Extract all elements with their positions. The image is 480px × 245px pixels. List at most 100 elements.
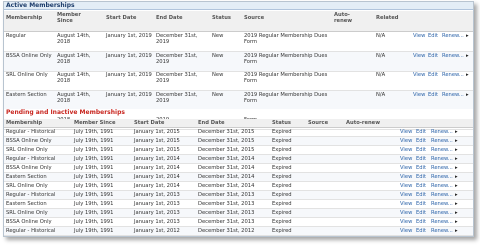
view-link[interactable]: View xyxy=(400,200,412,208)
renew-link[interactable]: Renew... xyxy=(431,227,453,235)
edit-link[interactable]: Edit xyxy=(416,155,426,163)
chevron-right-icon[interactable]: ▸ xyxy=(455,128,458,136)
start-date: January 1st, 2014 xyxy=(134,183,180,189)
membership-name: SRL Online Only xyxy=(6,72,48,78)
edit-link[interactable]: Edit xyxy=(416,218,426,226)
table-row: Regular - Historical July 19th, 1991 Janua… xyxy=(4,128,473,137)
renew-link[interactable]: Renew... xyxy=(442,53,464,59)
renew-link[interactable]: Renew... xyxy=(431,137,453,145)
member-since: July 19th, 1991 xyxy=(74,174,114,180)
col-source: Source xyxy=(244,15,265,21)
view-link[interactable]: View xyxy=(400,128,412,136)
status: New xyxy=(212,91,224,98)
col-member-since: Member Since xyxy=(57,12,81,24)
related: N/A xyxy=(376,52,386,59)
member-since: July 19th, 1991 xyxy=(74,192,114,198)
start-date: January 1st, 2013 xyxy=(134,192,180,198)
view-link[interactable]: View xyxy=(413,72,425,78)
chevron-right-icon[interactable]: ▸ xyxy=(455,173,458,181)
view-link[interactable]: View xyxy=(400,173,412,181)
membership-name: Regular - Historical xyxy=(6,156,56,162)
view-link[interactable]: View xyxy=(413,53,425,59)
view-link[interactable]: View xyxy=(400,146,412,154)
renew-link[interactable]: Renew... xyxy=(431,200,453,208)
membership-name: SRL Online Only xyxy=(6,183,48,189)
view-link[interactable]: View xyxy=(413,33,425,39)
edit-link[interactable]: Edit xyxy=(416,146,426,154)
renew-link[interactable]: Renew... xyxy=(431,182,453,190)
table-row: Eastern Section August 14th, 2018 January … xyxy=(4,90,473,111)
chevron-right-icon[interactable]: ▸ xyxy=(455,200,458,208)
view-link[interactable]: View xyxy=(400,191,412,199)
table-row: Regular - Historical July 19th, 1991 Janua… xyxy=(4,155,473,164)
renew-link[interactable]: Renew... xyxy=(431,173,453,181)
renew-link[interactable]: Renew... xyxy=(442,92,464,98)
chevron-right-icon[interactable]: ▸ xyxy=(455,146,458,154)
chevron-right-icon[interactable]: ▸ xyxy=(466,53,469,59)
edit-link[interactable]: Edit xyxy=(416,200,426,208)
renew-link[interactable]: Renew... xyxy=(431,155,453,163)
start-date: January 1st, 2019 xyxy=(106,72,152,78)
table-row: BSSA Online Only August 14th, 2018 January… xyxy=(4,51,473,72)
col-status: Status xyxy=(212,15,231,21)
renew-link[interactable]: Renew... xyxy=(442,72,464,78)
chevron-right-icon[interactable]: ▸ xyxy=(455,218,458,226)
renew-link[interactable]: Renew... xyxy=(431,146,453,154)
edit-link[interactable]: Edit xyxy=(416,227,426,235)
renew-link[interactable]: Renew... xyxy=(442,33,464,39)
chevron-right-icon[interactable]: ▸ xyxy=(466,92,469,98)
renew-link[interactable]: Renew... xyxy=(431,164,453,172)
view-link[interactable]: View xyxy=(400,155,412,163)
edit-link[interactable]: Edit xyxy=(428,72,438,78)
chevron-right-icon[interactable]: ▸ xyxy=(455,227,458,235)
active-table-header: Membership Member Since Start Date End D… xyxy=(4,11,473,32)
view-link[interactable]: View xyxy=(400,137,412,145)
chevron-right-icon[interactable]: ▸ xyxy=(466,72,469,78)
col-start-date: Start Date xyxy=(106,15,137,21)
member-since: August 14th, 2018 xyxy=(57,33,91,45)
view-link[interactable]: View xyxy=(400,164,412,172)
renew-link[interactable]: Renew... xyxy=(431,218,453,226)
chevron-right-icon[interactable]: ▸ xyxy=(455,155,458,163)
edit-link[interactable]: Edit xyxy=(416,164,426,172)
view-link[interactable]: View xyxy=(400,209,412,217)
col-auto-renew: Auto-renew xyxy=(334,12,353,24)
edit-link[interactable]: Edit xyxy=(416,128,426,136)
edit-link[interactable]: Edit xyxy=(428,53,438,59)
renew-link[interactable]: Renew... xyxy=(431,128,453,136)
edit-link[interactable]: Edit xyxy=(428,92,438,98)
end-date: December 31st, 2013 xyxy=(198,201,255,207)
end-date: December 31st, 2015 xyxy=(198,138,255,144)
membership-name: Eastern Section xyxy=(6,91,47,98)
chevron-right-icon[interactable]: ▸ xyxy=(455,191,458,199)
start-date: January 1st, 2014 xyxy=(134,156,180,162)
start-date: January 1st, 2014 xyxy=(134,174,180,180)
view-link[interactable]: View xyxy=(413,92,425,98)
renew-link[interactable]: Renew... xyxy=(431,191,453,199)
edit-link[interactable]: Edit xyxy=(416,191,426,199)
chevron-right-icon[interactable]: ▸ xyxy=(466,33,469,39)
col-related: Related xyxy=(376,15,399,21)
edit-link[interactable]: Edit xyxy=(416,182,426,190)
pending-table-header: Membership Member Since Start Date End D… xyxy=(4,119,473,128)
table-row: Eastern Section July 19th, 1991 January 1s… xyxy=(4,200,473,209)
member-since: July 19th, 1991 xyxy=(74,219,114,225)
end-date: December 31st, 2014 xyxy=(198,165,255,171)
chevron-right-icon[interactable]: ▸ xyxy=(455,209,458,217)
renew-link[interactable]: Renew... xyxy=(431,209,453,217)
edit-link[interactable]: Edit xyxy=(416,173,426,181)
chevron-right-icon[interactable]: ▸ xyxy=(455,164,458,172)
col-source: Source xyxy=(308,120,329,126)
edit-link[interactable]: Edit xyxy=(416,209,426,217)
start-date: January 1st, 2015 xyxy=(134,138,180,144)
view-link[interactable]: View xyxy=(400,182,412,190)
chevron-right-icon[interactable]: ▸ xyxy=(455,137,458,145)
start-date: January 1st, 2019 xyxy=(106,91,152,98)
view-link[interactable]: View xyxy=(400,218,412,226)
view-link[interactable]: View xyxy=(400,227,412,235)
edit-link[interactable]: Edit xyxy=(416,137,426,145)
member-since: August 14th, 2018 xyxy=(57,72,91,84)
edit-link[interactable]: Edit xyxy=(428,33,438,39)
end-date: December 31st, 2019 xyxy=(156,33,198,45)
chevron-right-icon[interactable]: ▸ xyxy=(455,182,458,190)
